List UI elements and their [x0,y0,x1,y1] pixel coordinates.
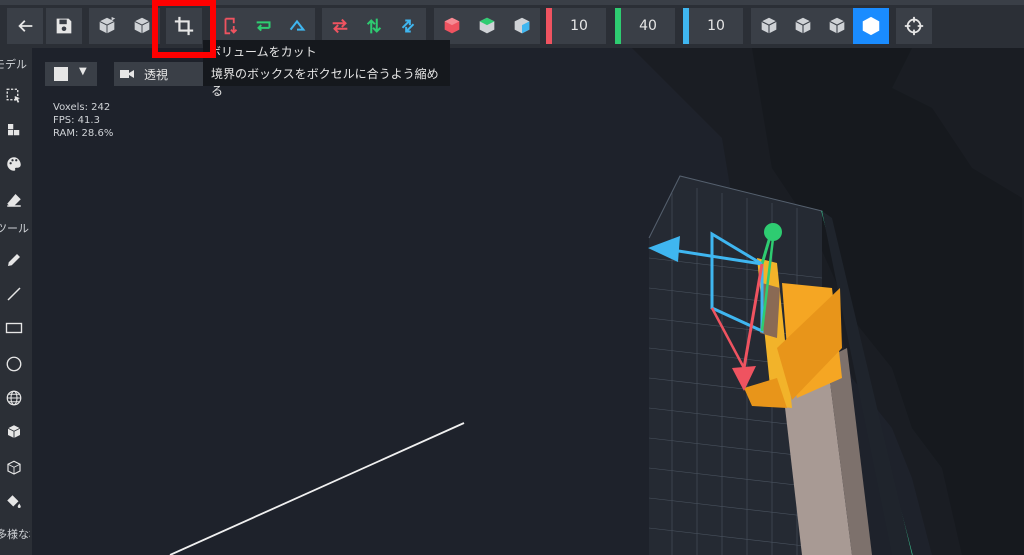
swap-y-button[interactable] [356,8,392,44]
view-iso-button[interactable] [853,8,889,44]
pencil-icon [7,254,20,266]
circle-icon [6,356,21,372]
import-model-button[interactable] [89,8,125,44]
size-z-value: 10 [707,18,725,34]
size-y-field[interactable]: 40 [615,8,675,44]
save-button[interactable] [46,8,82,44]
cube-wire-icon [795,17,811,34]
swap-horizontal-icon [332,18,348,34]
voxel-scene[interactable] [32,48,1024,555]
tooltip-description: 境界のボックスをボクセルに合うよう縮める [211,67,439,98]
cube-frame-icon [6,460,21,475]
red-cube-icon [444,17,460,34]
loop-button[interactable] [246,8,282,44]
view-mode-selector[interactable]: 透視 [114,62,206,86]
flip-button[interactable] [213,8,249,44]
select-box-icon [6,88,20,103]
size-x-field[interactable]: 10 [546,8,606,44]
line-tool-button[interactable] [0,280,27,308]
left-sidebar: モデル ツール 多様な構成 [0,48,32,555]
save-icon [56,18,72,34]
paint-bucket-icon [6,495,21,508]
size-x-value: 10 [570,18,588,34]
cube-icon [7,425,20,438]
3d-viewport[interactable]: ▼ 透視 Voxels: 242 FPS: 41.3 RAM: 28.6% [32,48,1024,555]
rotate-icon [289,19,306,31]
stat-fps: FPS: 41.3 [53,115,100,126]
swap-x-button[interactable] [322,8,358,44]
size-z-field[interactable]: 10 [683,8,743,44]
camera-icon [120,70,134,78]
sphere-tool-button[interactable] [0,384,27,412]
cube-outline-icon [761,17,777,34]
palette-icon [6,157,21,171]
chevron-down-icon: ▼ [79,66,87,77]
swap-z-button[interactable] [390,8,426,44]
view-mode-label: 透視 [144,68,169,82]
section-mode-label: モデル [0,58,27,71]
hexagon-icon [862,16,880,36]
view-side-button[interactable] [785,8,821,44]
axis-x-cube-button[interactable] [434,8,470,44]
green-cube-icon [479,17,495,34]
color-picker-dropdown[interactable]: ▼ [45,62,97,86]
center-target-button[interactable] [896,8,932,44]
export-cube-icon [134,17,150,34]
globe-icon [6,390,21,406]
arrow-left-icon [18,20,33,32]
cube-solid-icon [829,17,845,34]
box-tool-button[interactable] [0,418,27,446]
import-cube-icon [99,16,116,34]
rectangle-icon [5,322,22,334]
axis-y-cube-button[interactable] [469,8,505,44]
crop-tooltip: ボリュームをカット 境界のボックスをボクセルに合うよう縮める [203,40,450,98]
stat-ram: RAM: 28.6% [53,128,114,139]
fill-tool-button[interactable] [0,488,27,516]
section-bottom-label: 多様な構成 [0,528,30,541]
ruler-line [169,422,465,555]
pencil-tool-button[interactable] [0,246,27,274]
rectangle-tool-button[interactable] [0,314,27,342]
swap-diagonal-icon [401,19,415,33]
flip-icon [224,17,238,35]
stat-voxels: Voxels: 242 [53,102,111,113]
line-icon [6,287,21,301]
paint-tool-button[interactable] [0,150,27,178]
attach-tool-button[interactable] [0,116,27,144]
swap-vertical-icon [366,18,382,34]
tooltip-title: ボリュームをカット [209,45,317,59]
section-tools-label: ツール [0,222,29,235]
size-y-value: 40 [639,18,657,34]
crop-button-highlight [152,0,216,58]
blocks-icon [7,124,19,136]
rotate-button[interactable] [279,8,315,44]
view-top-button[interactable] [819,8,855,44]
color-swatch [54,67,68,81]
erase-tool-button[interactable] [0,186,27,214]
select-tool-button[interactable] [0,82,27,110]
axis-z-cube-button[interactable] [504,8,540,44]
circle-tool-button[interactable] [0,350,27,378]
back-button[interactable] [7,8,43,44]
loop-icon [256,21,271,32]
view-front-button[interactable] [751,8,787,44]
eraser-icon [6,194,21,207]
crosshair-icon [904,16,924,36]
blue-cube-icon [514,17,530,34]
extrude-tool-button[interactable] [0,454,27,482]
